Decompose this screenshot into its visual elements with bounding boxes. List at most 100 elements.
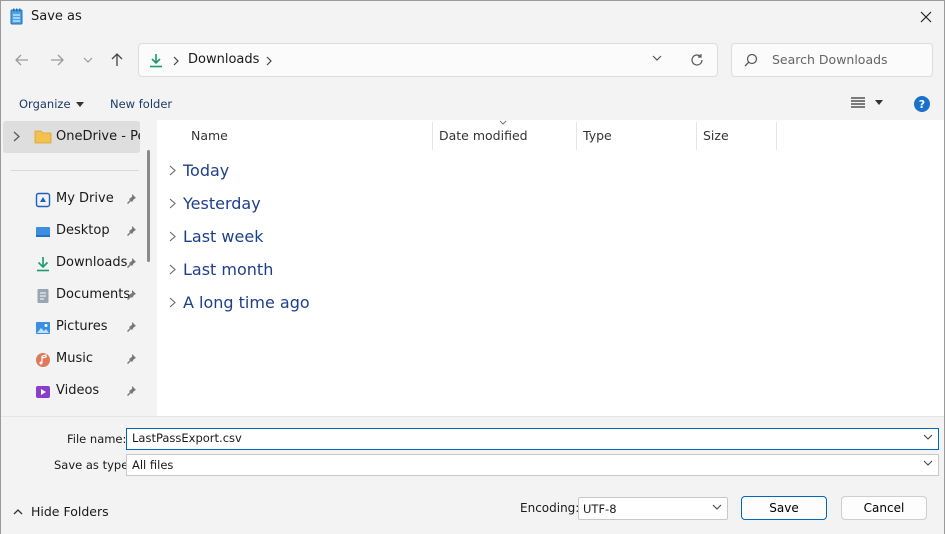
window-title: Save as — [31, 9, 82, 24]
column-header-size[interactable]: Size — [703, 120, 729, 150]
search-input[interactable] — [772, 52, 922, 67]
music-icon — [36, 353, 50, 367]
chevron-right-icon — [169, 297, 176, 307]
sidebar-item-onedrive[interactable]: OneDrive - Pe — [3, 121, 140, 153]
chevron-up-icon — [13, 508, 23, 514]
save-as-dialog: Save as Downloads Search Downloads Organ… — [0, 0, 945, 534]
sidebar-divider — [11, 170, 139, 171]
organize-label: Organize — [19, 97, 71, 111]
group-label: Last week — [183, 226, 264, 246]
chevron-right-icon — [266, 56, 272, 66]
close-button[interactable] — [916, 7, 936, 27]
encoding-value: UTF-8 — [583, 502, 617, 516]
chevron-right-icon — [169, 231, 176, 241]
view-options-button[interactable] — [851, 97, 883, 108]
file-name-input[interactable] — [132, 431, 912, 445]
pin-icon — [127, 322, 136, 332]
column-divider[interactable] — [576, 122, 577, 150]
chevron-down-icon[interactable] — [651, 54, 663, 62]
sidebar-item-label: Desktop — [56, 223, 110, 238]
save-as-type-select[interactable]: All files — [126, 454, 939, 476]
chevron-down-icon — [712, 504, 722, 510]
recent-locations-button[interactable] — [77, 49, 99, 71]
column-divider[interactable] — [432, 122, 433, 150]
group-header-yesterday[interactable]: Yesterday — [165, 190, 261, 216]
download-icon — [150, 54, 162, 68]
file-name-label: File name: — [67, 432, 127, 446]
list-view-icon — [851, 97, 865, 108]
up-button[interactable] — [106, 49, 128, 71]
pin-icon — [127, 290, 136, 300]
pin-icon — [127, 194, 136, 204]
address-bar[interactable]: Downloads — [138, 43, 718, 77]
sidebar-item-label: OneDrive - Pe — [56, 129, 140, 144]
chevron-down-icon — [83, 57, 93, 63]
column-header-date-modified[interactable]: Date modified — [439, 120, 528, 150]
pin-icon — [127, 386, 136, 396]
group-header-long-time-ago[interactable]: A long time ago — [165, 289, 310, 315]
refresh-icon[interactable] — [690, 53, 704, 67]
file-name-field[interactable] — [126, 428, 939, 450]
sidebar-item-label: Music — [56, 351, 93, 366]
save-as-type-value: All files — [132, 458, 174, 472]
chevron-down-icon[interactable] — [923, 434, 933, 440]
search-box[interactable] — [731, 43, 933, 77]
hide-folders-button[interactable]: Hide Folders — [13, 504, 109, 519]
chevron-down-icon — [923, 460, 933, 466]
save-options-panel: File name: Save as type: All files Hide … — [1, 416, 944, 534]
sidebar-item-label: Documents — [56, 287, 131, 302]
pin-icon — [127, 226, 136, 236]
sidebar-item-downloads[interactable]: Downloads — [1, 249, 141, 279]
navigation-pane: OneDrive - Pe My Drive Desktop Downloads… — [1, 120, 156, 416]
sidebar-item-videos[interactable]: Videos — [1, 377, 141, 407]
notepad-icon — [10, 8, 23, 25]
file-list: Name Date modified Type Size Today Yeste… — [157, 120, 944, 416]
group-label: Last month — [183, 259, 274, 279]
chevron-right-icon — [169, 264, 176, 274]
chevron-right-icon — [169, 165, 176, 175]
group-header-last-week[interactable]: Last week — [165, 223, 263, 249]
sidebar-item-music[interactable]: Music — [1, 345, 141, 375]
encoding-select[interactable]: UTF-8 — [578, 497, 728, 520]
column-divider[interactable] — [696, 122, 697, 150]
download-icon — [37, 257, 49, 272]
pictures-icon — [36, 322, 50, 334]
group-label: Today — [183, 160, 230, 180]
organize-button[interactable]: Organize — [19, 97, 84, 111]
sidebar-item-pictures[interactable]: Pictures — [1, 313, 141, 343]
sidebar-item-label: My Drive — [56, 191, 114, 206]
chevron-right-icon — [169, 198, 176, 208]
column-header-name[interactable]: Name — [191, 120, 228, 150]
arrow-right-icon — [51, 54, 64, 66]
group-header-today[interactable]: Today — [165, 157, 229, 183]
sidebar-item-my-drive[interactable]: My Drive — [1, 185, 141, 215]
search-icon — [744, 53, 758, 67]
encoding-label: Encoding: — [520, 501, 580, 515]
breadcrumb-downloads[interactable]: Downloads — [188, 52, 259, 67]
folder-icon — [34, 130, 52, 144]
videos-icon — [36, 386, 50, 398]
cancel-button[interactable]: Cancel — [841, 496, 927, 520]
title-bar: Save as — [1, 1, 944, 33]
caret-down-icon — [75, 101, 84, 107]
group-label: Yesterday — [183, 193, 261, 213]
drive-icon — [35, 192, 51, 208]
documents-icon — [37, 289, 49, 303]
new-folder-button[interactable]: New folder — [110, 97, 172, 111]
back-button[interactable] — [11, 49, 33, 71]
sidebar-scrollbar[interactable] — [147, 150, 150, 262]
save-as-type-label: Save as type: — [54, 458, 133, 472]
desktop-icon — [36, 227, 50, 237]
group-header-last-month[interactable]: Last month — [165, 256, 273, 282]
sidebar-item-documents[interactable]: Documents — [1, 281, 141, 311]
column-divider[interactable] — [776, 122, 777, 150]
pin-icon — [127, 258, 136, 268]
command-bar: Organize New folder ? — [1, 91, 944, 119]
chevron-right-icon — [13, 131, 20, 142]
column-header-type[interactable]: Type — [583, 120, 612, 150]
sidebar-item-label: Pictures — [56, 319, 108, 334]
help-button[interactable]: ? — [914, 96, 930, 112]
save-button[interactable]: Save — [741, 496, 827, 520]
sidebar-item-desktop[interactable]: Desktop — [1, 217, 141, 247]
forward-button[interactable] — [46, 49, 68, 71]
